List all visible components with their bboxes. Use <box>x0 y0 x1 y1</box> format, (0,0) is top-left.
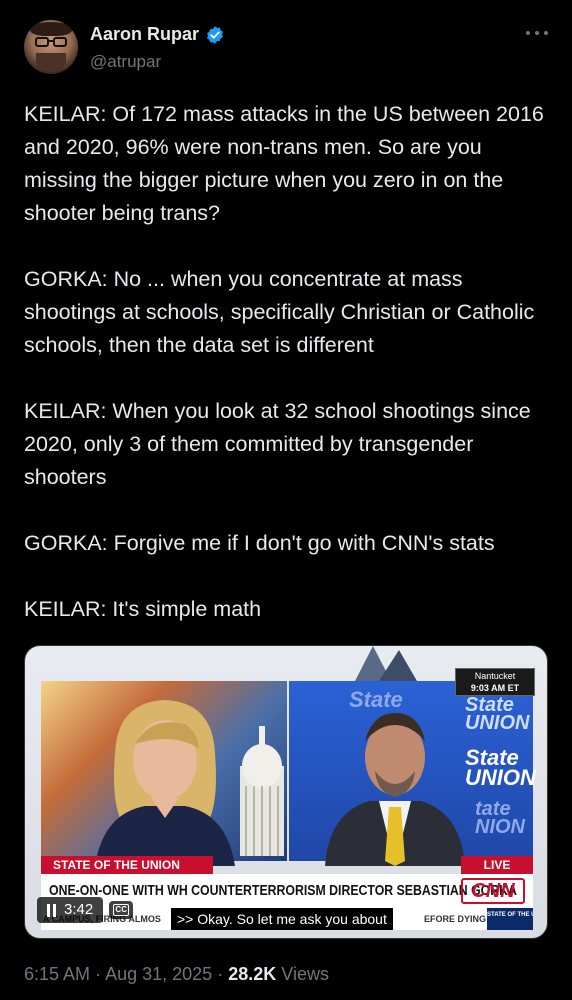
tweet-paragraph: KEILAR: It's simple math <box>24 597 262 621</box>
location-clock: Nantucket 9:03 AM ET <box>455 668 535 696</box>
more-options-icon[interactable] <box>526 28 548 38</box>
studio-graphic <box>355 646 417 681</box>
capitol-image <box>240 726 284 856</box>
closed-captions-button[interactable]: CC <box>109 901 134 919</box>
meta-separator: · <box>217 964 224 984</box>
studio-text: UNION <box>465 765 536 790</box>
location-label: Nantucket <box>474 671 516 681</box>
tweet-text: KEILAR: Of 172 mass attacks in the US be… <box>24 98 554 626</box>
tweet-paragraph: KEILAR: Of 172 mass attacks in the US be… <box>24 102 544 225</box>
author-handle[interactable]: @atrupar <box>90 52 161 72</box>
show-badge: STATE OF THE UNION <box>487 908 533 930</box>
video-duration: 3:42 <box>64 901 94 918</box>
studio-text: NION <box>475 816 525 838</box>
live-badge: LIVE <box>461 856 533 874</box>
broadcast-clock: 9:03 AM ET <box>470 683 520 693</box>
player-controls: 3:42 CC <box>37 896 134 924</box>
display-name[interactable]: Aaron Rupar <box>90 24 199 45</box>
tweet-meta: 6:15 AM · Aug 31, 2025 · 28.2K Views <box>24 964 329 985</box>
cnn-logo: CNN <box>461 878 525 904</box>
post-date[interactable]: Aug 31, 2025 <box>105 964 212 984</box>
tweet-paragraph: GORKA: No ... when you concentrate at ma… <box>24 267 535 357</box>
tweet-paragraph: GORKA: Forgive me if I don't go with CNN… <box>24 531 495 555</box>
tweet-header: Aaron Rupar @atrupar <box>24 20 552 80</box>
avatar[interactable] <box>24 20 78 74</box>
studio-text: UNION <box>465 712 530 734</box>
verified-badge-icon <box>207 25 223 44</box>
show-bar: STATE OF THE UNION <box>41 856 213 874</box>
views-count: 28.2K <box>228 964 277 984</box>
play-pause-button[interactable]: 3:42 <box>37 897 104 923</box>
anchor-figure <box>95 700 235 866</box>
cc-icon: CC <box>113 904 129 916</box>
ticker-text: EFORE DYING <box>424 914 487 924</box>
meta-separator: · <box>95 964 102 984</box>
post-time[interactable]: 6:15 AM <box>24 964 90 984</box>
video-player[interactable]: State State UNION State UNION tate NION … <box>24 645 548 939</box>
views-label: Views <box>281 964 329 984</box>
pause-icon <box>47 903 56 917</box>
tweet-paragraph: KEILAR: When you look at 32 school shoot… <box>24 399 531 489</box>
closed-caption: >> Okay. So let me ask you about <box>171 908 393 930</box>
guest-figure <box>325 713 465 866</box>
